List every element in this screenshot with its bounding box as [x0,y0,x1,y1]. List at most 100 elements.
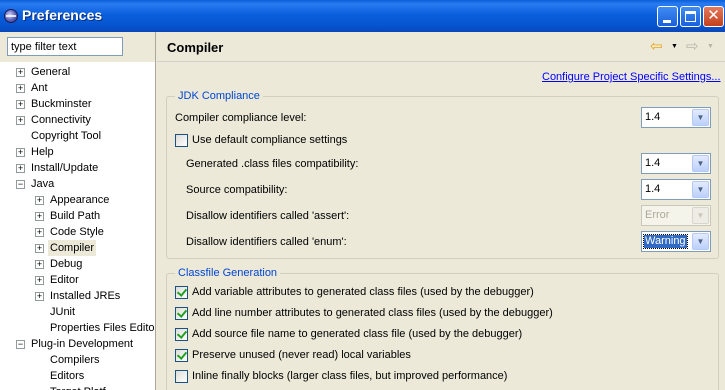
classfile-option-label: Add source file name to generated class … [192,328,523,340]
tree-item-label: Editor [50,274,79,286]
expand-icon[interactable]: + [35,212,44,221]
classfile-option-label: Add variable attributes to generated cla… [192,286,534,298]
expand-icon[interactable]: + [35,244,44,253]
compliance-level-combo[interactable]: 1.4 ▼ [641,107,711,128]
back-history-dropdown-icon[interactable]: ▼ [671,39,681,55]
expand-icon[interactable]: + [35,228,44,237]
window-title: Preferences [22,7,103,23]
configure-project-settings-link[interactable]: Configure Project Specific Settings... [542,71,721,83]
expand-icon[interactable]: + [16,68,25,77]
disallow-enum-value: Warning [643,234,688,249]
disallow-assert-combo: Error ▼ [641,205,711,226]
classfile-option-checkbox[interactable] [175,286,188,299]
expand-icon[interactable]: + [16,116,25,125]
expand-icon[interactable]: + [35,260,44,269]
tree-item[interactable]: + Debug [0,256,155,272]
tree-item[interactable]: + Appearance [0,192,155,208]
classfile-option-checkbox[interactable] [175,307,188,320]
tree-item-label: Target Platf [48,384,108,390]
tree-item[interactable]: + Ant [0,80,155,96]
generated-class-compat-combo[interactable]: 1.4 ▼ [641,153,711,174]
generated-class-compat-label: Generated .class files compatibility: [186,158,359,170]
expand-icon[interactable]: + [16,84,25,93]
tree-item[interactable]: + General [0,64,155,80]
compliance-level-value: 1.4 [645,111,661,123]
forward-arrow-icon: ⇨ [686,38,699,55]
source-compat-combo[interactable]: 1.4 ▼ [641,179,711,200]
tree-item[interactable]: + Install/Update [0,160,155,176]
disallow-assert-value: Error [645,209,670,221]
tree-item-label: Properties Files Edito [50,322,155,334]
tree-item[interactable]: + Connectivity [0,112,155,128]
expand-icon[interactable]: + [16,100,25,109]
tree-item[interactable]: JUnit [0,304,155,320]
tree-item-label: Code Style [50,226,104,238]
tree-item[interactable]: − Plug-in Development [0,336,155,352]
tree-item-label: Connectivity [31,114,91,126]
classfile-option-label: Inline finally blocks (larger class file… [192,370,508,382]
tree-item-label: Copyright Tool [31,130,102,142]
chevron-down-icon[interactable]: ▼ [692,155,709,172]
tree-item-label: Compiler [48,240,97,256]
filter-input[interactable] [7,37,123,56]
preference-page: Compiler ⇦ ▼ ⇨ ▼ Configure Project Speci… [157,32,725,390]
tree-item-label: Appearance [50,194,110,206]
classfile-option-checkbox[interactable] [175,328,188,341]
tree-item[interactable]: Target Platf [0,384,155,390]
classfile-option-checkbox[interactable] [175,349,188,362]
tree-item[interactable]: + Buckminster [0,96,155,112]
tree-item-label: General [31,66,71,78]
eclipse-app-icon [4,9,18,23]
expand-icon[interactable]: + [16,148,25,157]
page-title: Compiler [167,40,224,55]
tree-item[interactable]: + Build Path [0,208,155,224]
tree-item[interactable]: + Help [0,144,155,160]
tree-item[interactable]: Properties Files Edito [0,320,155,336]
source-compat-label: Source compatibility: [186,184,288,196]
tree-item[interactable]: + Compiler [0,240,155,256]
tree-item[interactable]: + Editor [0,272,155,288]
minimize-button[interactable] [657,6,678,27]
filter-area [0,32,155,62]
tree-item-label: Java [31,178,55,190]
chevron-down-icon[interactable]: ▼ [692,109,709,126]
maximize-button[interactable] [680,6,701,27]
maximize-icon [685,11,696,22]
preferences-tree-pane: + General + Ant + Buckminster + Connectivity Cop… [0,32,156,390]
tree-item-label: JUnit [50,306,76,318]
tree-item[interactable]: + Installed JREs [0,288,155,304]
use-default-compliance-checkbox[interactable] [175,134,188,147]
title-bar: Preferences ✕ [0,0,725,32]
chevron-down-icon[interactable]: ▼ [692,233,709,250]
chevron-down-icon: ▼ [692,207,709,224]
expand-icon[interactable]: + [35,276,44,285]
tree-item[interactable]: − Java [0,176,155,192]
expand-icon[interactable]: + [16,164,25,173]
tree-item-label: Buckminster [31,98,92,110]
tree-item-label: Ant [31,82,48,94]
close-button[interactable]: ✕ [703,6,724,27]
tree-item[interactable]: Copyright Tool [0,128,155,144]
expand-icon[interactable]: + [35,292,44,301]
back-arrow-icon[interactable]: ⇦ [650,39,670,55]
tree-item-label: Installed JREs [50,290,121,302]
collapse-icon[interactable]: − [16,340,25,349]
chevron-down-icon[interactable]: ▼ [692,181,709,198]
tree-item-label: Plug-in Development [31,338,134,350]
page-header: Compiler ⇦ ▼ ⇨ ▼ [157,32,725,62]
tree-item[interactable]: Compilers [0,352,155,368]
group-title-jdk: JDK Compliance [175,90,263,103]
disallow-enum-label: Disallow identifiers called 'enum': [186,236,347,248]
tree-item-label: Compilers [50,354,100,366]
classfile-option-checkbox[interactable] [175,370,188,383]
classfile-option-label: Add line number attributes to generated … [192,307,553,319]
tree-item[interactable]: Editors [0,368,155,384]
collapse-icon[interactable]: − [16,180,25,189]
expand-icon[interactable]: + [35,196,44,205]
close-icon: ✕ [707,7,720,24]
disallow-enum-combo[interactable]: Warning ▼ [641,231,711,252]
tree-item-label: Help [31,146,54,158]
tree-item-label: Install/Update [31,162,99,174]
tree-item[interactable]: + Code Style [0,224,155,240]
forward-history-dropdown-icon: ▼ [707,43,714,50]
